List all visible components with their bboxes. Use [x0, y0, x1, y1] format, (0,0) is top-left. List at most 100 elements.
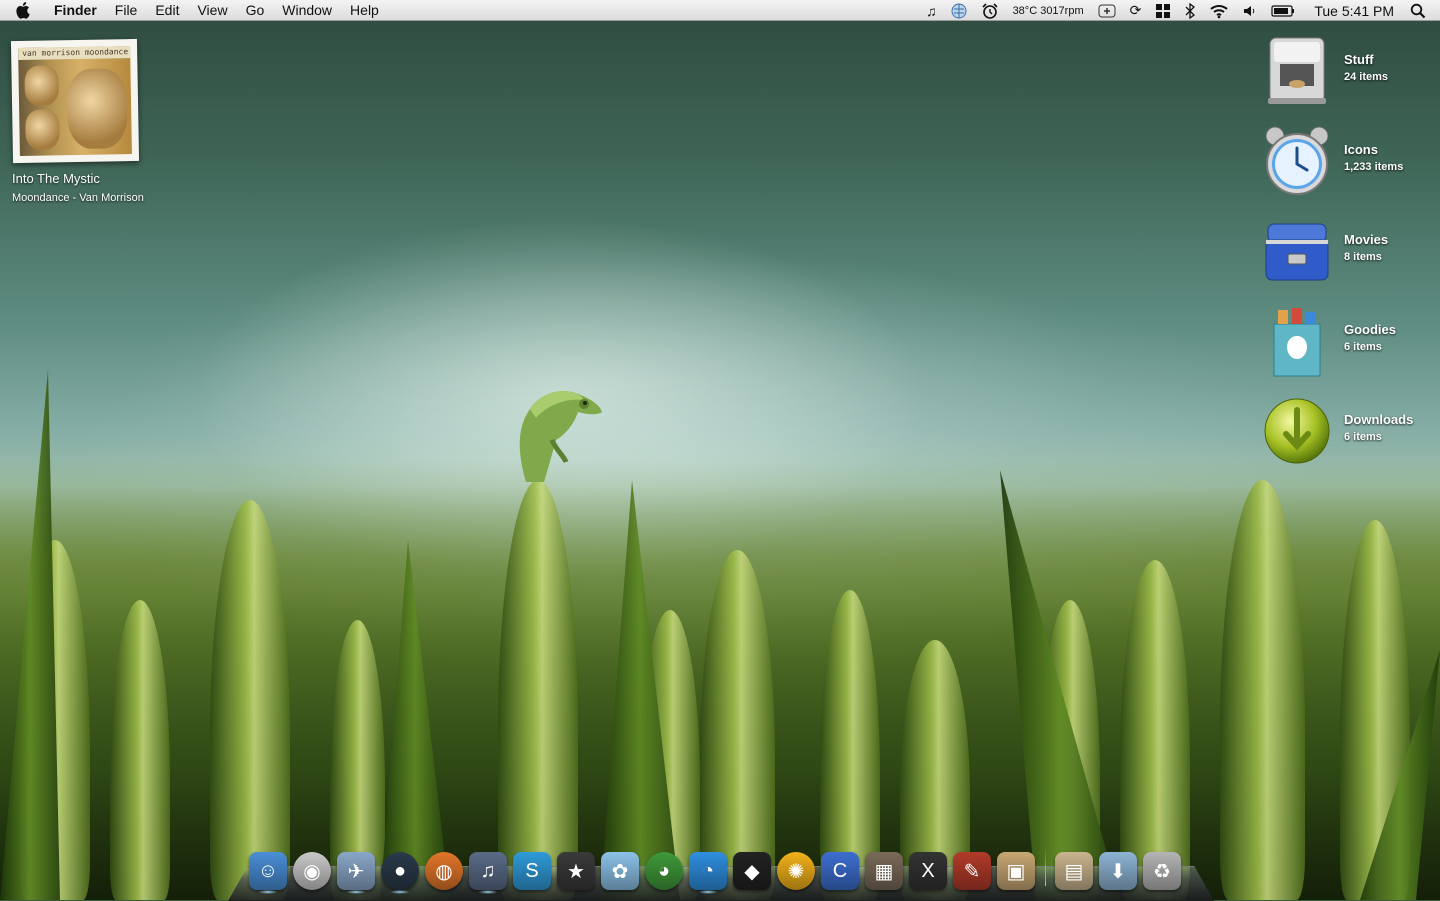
stack-count: 8 items [1344, 251, 1382, 263]
temp-fan-readout[interactable]: 38°C 3017rpm [1006, 0, 1091, 21]
adium-icon: ◕ [645, 852, 683, 890]
stack-name: Icons [1344, 142, 1378, 157]
download-orb-icon [1264, 398, 1330, 464]
candybar-dock-item[interactable]: C [818, 842, 862, 890]
wifi-icon[interactable] [1202, 0, 1236, 21]
menu-app-finder[interactable]: Finder [52, 0, 106, 21]
stack-count: 6 items [1344, 341, 1382, 353]
imovie-dock-item[interactable]: ★ [554, 842, 598, 890]
desktop-stack-icons[interactable]: Icons 1,233 items [1256, 124, 1440, 208]
itunes-icon: ♫ [469, 852, 507, 890]
battery-icon[interactable] [1264, 0, 1302, 21]
alarm-clock-icon[interactable] [974, 0, 1006, 21]
menu-help[interactable]: Help [341, 0, 388, 21]
menu-edit[interactable]: Edit [146, 0, 188, 21]
stack-count: 6 items [1344, 431, 1382, 443]
firefox-icon: ◍ [425, 852, 463, 890]
now-playing-album-artist: Moondance - Van Morrison [12, 192, 144, 204]
downloads-stack-icon: ⬇ [1099, 852, 1137, 890]
imovie-icon: ★ [557, 852, 595, 890]
skype-dock-item[interactable]: S [510, 842, 554, 890]
mail-dock-item[interactable]: ✈ [334, 842, 378, 894]
iphoto-icon: ✿ [601, 852, 639, 890]
x-app-icon: X [909, 852, 947, 890]
stack-name: Downloads [1344, 412, 1414, 427]
front-row-icon: ◆ [733, 852, 771, 890]
dock-separator-line [1044, 846, 1046, 886]
goodies-stack-dock-item[interactable]: ▤ [1052, 842, 1096, 890]
cover-portrait [24, 65, 60, 106]
album-frame: van morrison moondance [10, 38, 140, 164]
weather-globe-icon[interactable] [944, 0, 974, 21]
dock-separator [1038, 846, 1052, 890]
stack-name: Movies [1344, 232, 1389, 247]
menu-view[interactable]: View [188, 0, 236, 21]
desktop-stack-movies[interactable]: Movies 8 items [1256, 214, 1440, 298]
pencil-icon: ✎ [953, 852, 991, 890]
spotlight-icon[interactable] [1406, 0, 1440, 21]
stack-count: 1,233 items [1344, 161, 1404, 173]
running-indicator [698, 890, 718, 894]
iphoto-dock-item[interactable]: ✿ [598, 842, 642, 890]
apple-menu-icon[interactable] [16, 1, 38, 19]
finder-icon: ☺ [249, 852, 287, 890]
bluetooth-icon[interactable] [1178, 0, 1202, 21]
trash-icon: ♻ [1143, 852, 1181, 890]
add-icon[interactable] [1091, 0, 1123, 21]
now-playing-track: Into The Mystic [12, 171, 100, 186]
safari-globe-dock-item[interactable]: ● [378, 842, 422, 894]
cover-portrait [25, 109, 60, 150]
menu-go[interactable]: Go [237, 0, 274, 21]
itunes-dock-item[interactable]: ♫ [466, 842, 510, 894]
desktop-stack-stuff[interactable]: Stuff 24 items [1256, 34, 1440, 118]
mail-icon: ✈ [337, 852, 375, 890]
flower-app-dock-item[interactable]: ✺ [774, 842, 818, 890]
flower-app-icon: ✺ [777, 852, 815, 890]
running-indicator [390, 890, 410, 894]
desktop-stack-downloads[interactable]: Downloads 6 items [1256, 394, 1440, 478]
chameleon-figure [519, 390, 602, 482]
pencil-dock-item[interactable]: ✎ [950, 842, 994, 890]
running-indicator [478, 890, 498, 894]
album-cover: van morrison moondance [18, 46, 132, 156]
ichat-icon: ◔ [689, 852, 727, 890]
goodies-bag-icon [1273, 308, 1321, 377]
finder-dock-item[interactable]: ☺ [246, 842, 290, 894]
front-row-dock-item[interactable]: ◆ [730, 842, 774, 890]
menu-file[interactable]: File [106, 0, 147, 21]
dvd-player-icon: ◉ [293, 852, 331, 890]
photo-browser-dock-item[interactable]: ▦ [862, 842, 906, 890]
stack-name: Goodies [1344, 322, 1397, 337]
spaces-icon[interactable] [1148, 0, 1178, 21]
stack-name: Stuff [1344, 52, 1374, 67]
clock-readout[interactable]: Tue 5:41 PM [1302, 0, 1406, 21]
downloads-stack-dock-item[interactable]: ⬇ [1096, 842, 1140, 890]
photo-browser-icon: ▦ [865, 852, 903, 890]
dvd-player-dock-item[interactable]: ◉ [290, 842, 334, 890]
blue-case-icon [1265, 223, 1329, 281]
menu-window[interactable]: Window [273, 0, 341, 21]
sync-icon[interactable]: ⟳ [1123, 0, 1149, 21]
candybar-icon: C [821, 852, 859, 890]
coffee-machine-icon [1268, 37, 1326, 104]
ichat-dock-item[interactable]: ◔ [686, 842, 730, 894]
dock: ☺ ◉ ✈ ● ◍ ♫ S ★ ✿ ◕ ◔ ◆ ✺ C ▦ X ✎ ▣ ▤ ⬇ ♻ [246, 840, 1184, 894]
trash-dock-item[interactable]: ♻ [1140, 842, 1184, 890]
adium-dock-item[interactable]: ◕ [642, 842, 686, 890]
stack-count: 24 items [1344, 71, 1389, 83]
cover-portrait [66, 68, 128, 150]
desktop-stack-goodies[interactable]: Goodies 6 items [1256, 304, 1440, 388]
menu-bar: Finder File Edit View Go Window Help ♫ 3… [0, 0, 1440, 21]
firefox-dock-item[interactable]: ◍ [422, 842, 466, 890]
status-area: ♫ 38°C 3017rpm ⟳ Tue 5:41 PM [919, 0, 1440, 21]
running-indicator [346, 890, 366, 894]
volume-icon[interactable] [1236, 0, 1264, 21]
safari-globe-icon: ● [381, 852, 419, 890]
preview-photo-dock-item[interactable]: ▣ [994, 842, 1038, 890]
now-playing-album-art[interactable]: van morrison moondance [10, 38, 140, 164]
desktop-wallpaper [0, 0, 1440, 900]
goodies-stack-icon: ▤ [1055, 852, 1093, 890]
x-app-dock-item[interactable]: X [906, 842, 950, 890]
preview-photo-icon: ▣ [997, 852, 1035, 890]
itunes-note-icon[interactable]: ♫ [919, 0, 944, 21]
